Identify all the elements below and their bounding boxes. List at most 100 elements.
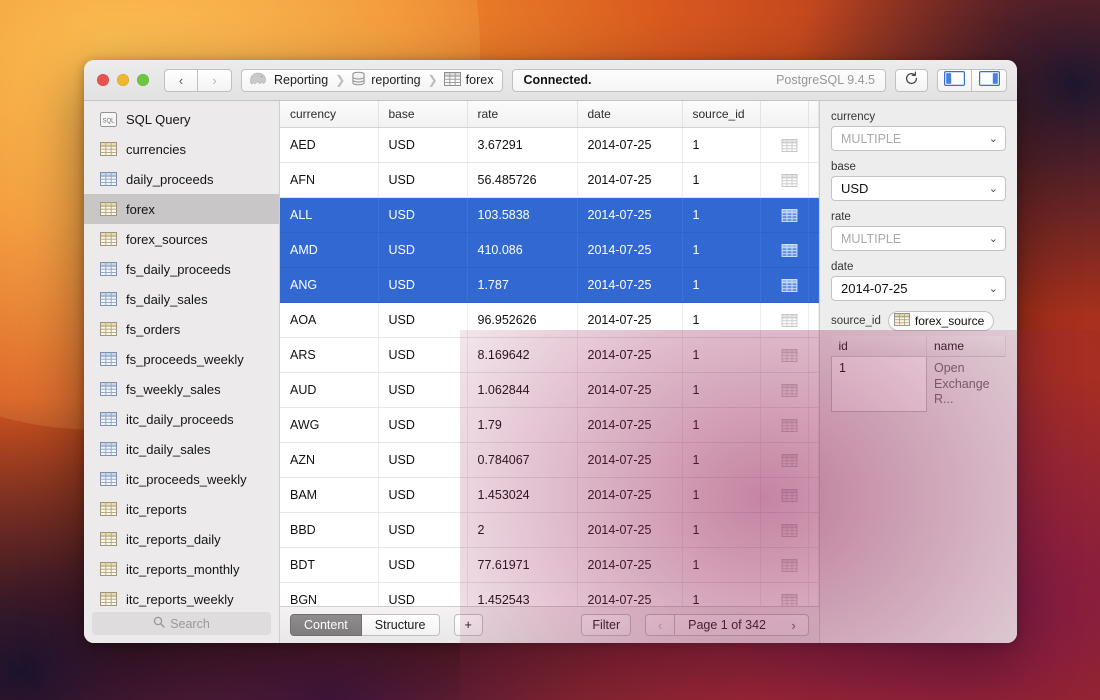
sidebar-item-forex[interactable]: forex — [84, 194, 279, 224]
sidebar-search-field[interactable]: Search — [92, 612, 271, 635]
sidebar-item-currencies[interactable]: currencies — [84, 134, 279, 164]
cell-rate[interactable]: 0.784067 — [467, 442, 577, 477]
sidebar-item-SQL Query[interactable]: SQLSQL Query — [84, 104, 279, 134]
cell-base[interactable]: USD — [378, 267, 467, 302]
close-window-button[interactable] — [97, 74, 109, 86]
cell-date[interactable]: 2014-07-25 — [577, 442, 682, 477]
cell-date[interactable]: 2014-07-25 — [577, 267, 682, 302]
related-table-icon[interactable] — [760, 302, 808, 337]
cell-currency[interactable]: ARS — [280, 337, 378, 372]
cell-date[interactable]: 2014-07-25 — [577, 407, 682, 442]
cell-rate[interactable]: 56.485726 — [467, 162, 577, 197]
sidebar-item-daily-proceeds[interactable]: daily_proceeds — [84, 164, 279, 194]
cell-currency[interactable]: AWG — [280, 407, 378, 442]
table-row[interactable]: ANGUSD1.7872014-07-251 — [280, 267, 819, 302]
related-table-icon[interactable] — [760, 267, 808, 302]
cell-currency[interactable]: ANG — [280, 267, 378, 302]
table-row[interactable]: AFNUSD56.4857262014-07-251 — [280, 162, 819, 197]
column-header-base[interactable]: base — [378, 101, 467, 127]
cell-currency[interactable]: AZN — [280, 442, 378, 477]
cell-base[interactable]: USD — [378, 302, 467, 337]
cell-source-id[interactable]: 1 — [682, 232, 760, 267]
back-button[interactable]: ‹ — [164, 69, 198, 92]
sidebar-item-itc-daily-sales[interactable]: itc_daily_sales — [84, 434, 279, 464]
data-grid-scroll-area[interactable]: currency base rate date source_id AEDUSD… — [280, 101, 819, 606]
cell-date[interactable]: 2014-07-25 — [577, 547, 682, 582]
cell-base[interactable]: USD — [378, 372, 467, 407]
cell-source-id[interactable]: 1 — [682, 127, 760, 162]
refresh-button[interactable] — [895, 69, 928, 92]
cell-source-id[interactable]: 1 — [682, 337, 760, 372]
cell-date[interactable]: 2014-07-25 — [577, 337, 682, 372]
column-header-date[interactable]: date — [577, 101, 682, 127]
fk-cell-id[interactable]: 1 — [832, 357, 927, 412]
cell-source-id[interactable]: 1 — [682, 302, 760, 337]
cell-currency[interactable]: AED — [280, 127, 378, 162]
cell-date[interactable]: 2014-07-25 — [577, 302, 682, 337]
sidebar-item-fs-weekly-sales[interactable]: fs_weekly_sales — [84, 374, 279, 404]
related-table-icon[interactable] — [760, 232, 808, 267]
cell-currency[interactable]: BGN — [280, 582, 378, 606]
cell-rate[interactable]: 1.452543 — [467, 582, 577, 606]
cell-base[interactable]: USD — [378, 127, 467, 162]
sidebar-item-itc-reports-monthly[interactable]: itc_reports_monthly — [84, 554, 279, 584]
cell-source-id[interactable]: 1 — [682, 582, 760, 606]
table-row[interactable]: AUDUSD1.0628442014-07-251 — [280, 372, 819, 407]
table-row[interactable]: AEDUSD3.672912014-07-251 — [280, 127, 819, 162]
cell-date[interactable]: 2014-07-25 — [577, 477, 682, 512]
sidebar-item-forex-sources[interactable]: forex_sources — [84, 224, 279, 254]
table-row[interactable]: BAMUSD1.4530242014-07-251 — [280, 477, 819, 512]
next-page-button[interactable]: › — [779, 614, 809, 636]
related-table-icon[interactable] — [760, 372, 808, 407]
cell-rate[interactable]: 2 — [467, 512, 577, 547]
column-header-rate[interactable]: rate — [467, 101, 577, 127]
sidebar-item-itc-reports-daily[interactable]: itc_reports_daily — [84, 524, 279, 554]
table-row[interactable]: BDTUSD77.619712014-07-251 — [280, 547, 819, 582]
zoom-window-button[interactable] — [137, 74, 149, 86]
cell-base[interactable]: USD — [378, 582, 467, 606]
cell-rate[interactable]: 410.086 — [467, 232, 577, 267]
sidebar-item-fs-proceeds-weekly[interactable]: fs_proceeds_weekly — [84, 344, 279, 374]
table-row[interactable]: AOAUSD96.9526262014-07-251 — [280, 302, 819, 337]
tab-structure[interactable]: Structure — [362, 614, 440, 636]
related-table-icon[interactable] — [760, 127, 808, 162]
cell-currency[interactable]: BBD — [280, 512, 378, 547]
related-table-icon[interactable] — [760, 197, 808, 232]
cell-rate[interactable]: 3.67291 — [467, 127, 577, 162]
sidebar-item-fs-daily-proceeds[interactable]: fs_daily_proceeds — [84, 254, 279, 284]
column-header-source-id[interactable]: source_id — [682, 101, 760, 127]
field-input-currency[interactable]: MULTIPLE ⌄ — [831, 126, 1006, 151]
cell-source-id[interactable]: 1 — [682, 372, 760, 407]
sidebar-item-itc-daily-proceeds[interactable]: itc_daily_proceeds — [84, 404, 279, 434]
cell-base[interactable]: USD — [378, 477, 467, 512]
cell-source-id[interactable]: 1 — [682, 267, 760, 302]
cell-base[interactable]: USD — [378, 547, 467, 582]
cell-base[interactable]: USD — [378, 197, 467, 232]
cell-currency[interactable]: AUD — [280, 372, 378, 407]
cell-currency[interactable]: AOA — [280, 302, 378, 337]
related-table-icon[interactable] — [760, 477, 808, 512]
add-row-button[interactable]: + — [454, 614, 483, 636]
previous-page-button[interactable]: ‹ — [645, 614, 675, 636]
related-table-icon[interactable] — [760, 162, 808, 197]
table-row[interactable]: ARSUSD8.1696422014-07-251 — [280, 337, 819, 372]
cell-currency[interactable]: BAM — [280, 477, 378, 512]
cell-date[interactable]: 2014-07-25 — [577, 372, 682, 407]
related-table-icon[interactable] — [760, 442, 808, 477]
cell-source-id[interactable]: 1 — [682, 197, 760, 232]
field-input-base[interactable]: USD ⌄ — [831, 176, 1006, 201]
cell-base[interactable]: USD — [378, 162, 467, 197]
cell-base[interactable]: USD — [378, 512, 467, 547]
breadcrumb-item-connection[interactable]: Reporting — [249, 71, 328, 89]
cell-date[interactable]: 2014-07-25 — [577, 512, 682, 547]
cell-source-id[interactable]: 1 — [682, 162, 760, 197]
table-row[interactable]: BGNUSD1.4525432014-07-251 — [280, 582, 819, 606]
cell-source-id[interactable]: 1 — [682, 512, 760, 547]
cell-date[interactable]: 2014-07-25 — [577, 162, 682, 197]
cell-currency[interactable]: AMD — [280, 232, 378, 267]
table-row[interactable]: AMDUSD410.0862014-07-251 — [280, 232, 819, 267]
foreign-key-table-pill[interactable]: forex_source — [888, 311, 994, 331]
sidebar-item-itc-reports-weekly[interactable]: itc_reports_weekly — [84, 584, 279, 608]
cell-rate[interactable]: 103.5838 — [467, 197, 577, 232]
related-table-icon[interactable] — [760, 407, 808, 442]
